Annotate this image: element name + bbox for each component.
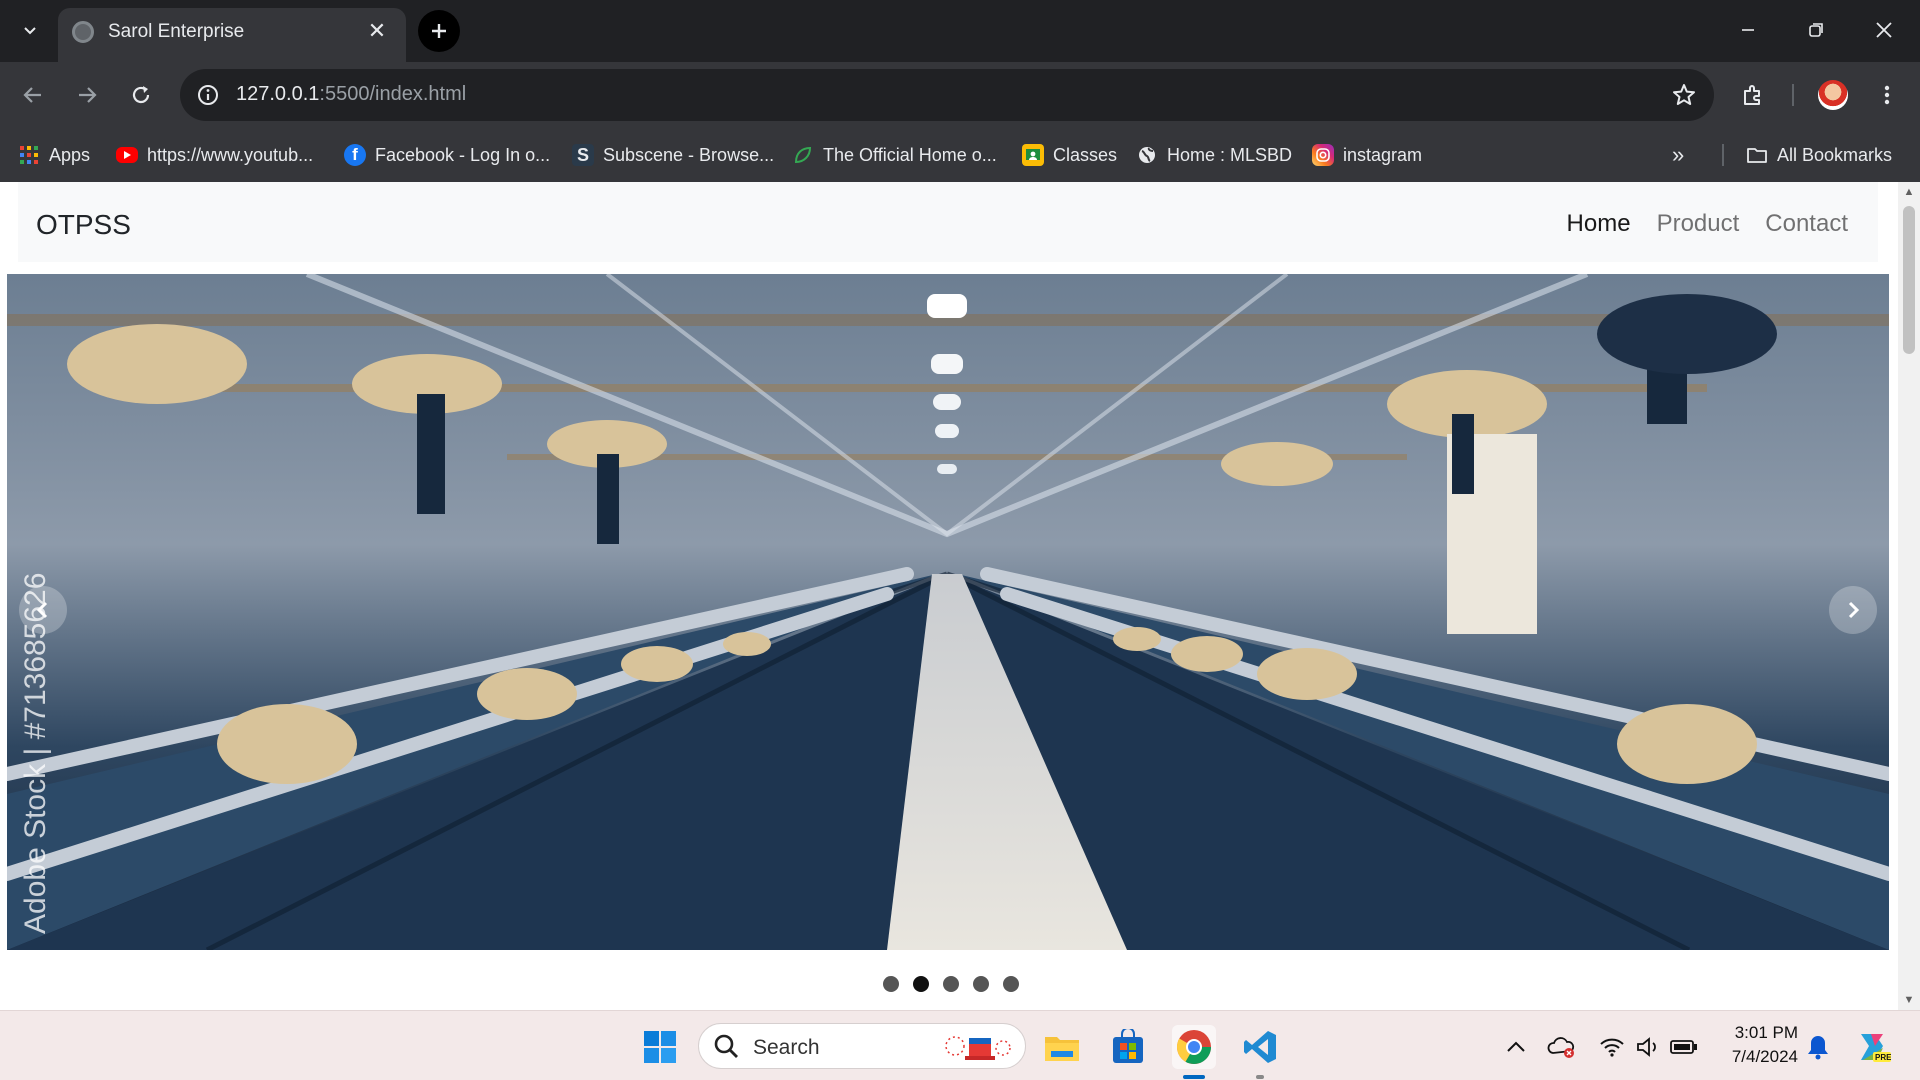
adobe-stock-watermark: Adobe Stock | #713685626 [19, 572, 52, 934]
bookmark-label: Home : MLSBD [1167, 144, 1293, 165]
youtube-icon [116, 147, 138, 163]
notification-bell-icon[interactable] [1796, 1025, 1840, 1069]
bookmark-youtube[interactable]: https://www.youtub... [116, 140, 313, 170]
classroom-icon [1022, 144, 1044, 166]
new-tab-button[interactable] [418, 10, 460, 52]
bookmark-star-icon[interactable] [1668, 79, 1700, 111]
carousel-indicator-dot[interactable] [973, 976, 989, 992]
bookmark-label: Subscene - Browse... [603, 144, 775, 165]
subscene-icon: S [572, 144, 594, 166]
chrome-running-indicator [1183, 1075, 1205, 1079]
taskbar-search-box[interactable]: Search [698, 1023, 1026, 1069]
all-bookmarks-button[interactable]: All Bookmarks [1746, 140, 1892, 170]
copilot-icon[interactable]: PRE [1850, 1025, 1894, 1069]
bookmark-instagram[interactable]: instagram [1312, 140, 1422, 170]
site-navbar: OTPSS Home Product Contact [18, 182, 1878, 262]
bookmark-classes[interactable]: Classes [1022, 140, 1117, 170]
windows-start-icon[interactable] [638, 1025, 682, 1069]
scroll-down-arrow-icon[interactable]: ▼ [1903, 994, 1915, 1006]
bookmarks-overflow-chevron-icon[interactable]: » [1672, 142, 1684, 168]
search-icon [713, 1033, 739, 1064]
reload-icon[interactable] [120, 74, 162, 116]
folder-icon [1746, 144, 1768, 166]
search-highlight-hat-icon [943, 1030, 1013, 1069]
carousel-prev-button[interactable] [19, 586, 67, 634]
extensions-puzzle-icon[interactable] [1732, 74, 1774, 116]
nav-home-link[interactable]: Home [1567, 210, 1631, 238]
chevron-left-icon [36, 601, 48, 619]
globe-favicon-icon [72, 21, 94, 43]
globe-icon [1136, 144, 1158, 166]
textile-factory-slide-image [7, 274, 1889, 950]
apps-grid-icon [18, 144, 40, 166]
tab-strip: Sarol Enterprise ✕ [0, 0, 1920, 62]
bookmark-label: Apps [49, 144, 91, 165]
bookmark-subscene[interactable]: S Subscene - Browse... [572, 140, 774, 170]
clock-date: 7/4/2024 [1731, 1047, 1798, 1066]
tab-search-chevron-icon[interactable] [14, 14, 46, 46]
bookmark-label: Classes [1053, 144, 1118, 165]
chevron-right-icon [1848, 601, 1860, 619]
carousel-indicator-dot[interactable] [883, 976, 899, 992]
forward-arrow-icon[interactable] [66, 74, 108, 116]
bookmark-official-home[interactable]: The Official Home o... [792, 140, 997, 170]
clock-time: 3:01 PM [1734, 1023, 1798, 1042]
instagram-icon [1312, 144, 1334, 166]
url-path: :5500/index.html [319, 83, 467, 105]
bookmark-label: https://www.youtub... [147, 144, 314, 165]
browser-toolbar: 127.0.0.1:5500/index.html [0, 62, 1920, 128]
bookmark-label: Facebook - Log In o... [375, 144, 551, 165]
carousel-indicator-dot[interactable] [1003, 976, 1019, 992]
url-host: 127.0.0.1 [236, 83, 320, 105]
clock[interactable]: 3:01 PM 7/4/2024 [1718, 1021, 1798, 1069]
chrome-menu-kebab-icon[interactable] [1866, 74, 1908, 116]
hero-carousel: Adobe Stock | #713685626 [7, 274, 1889, 950]
tab-close-icon[interactable]: ✕ [364, 18, 390, 44]
carousel-indicator-dot[interactable] [943, 976, 959, 992]
address-bar[interactable]: 127.0.0.1:5500/index.html [180, 69, 1714, 121]
close-window-button[interactable] [1856, 8, 1912, 52]
minimize-button[interactable] [1720, 8, 1776, 52]
tab-title: Sarol Enterprise [108, 21, 245, 42]
toolbar-divider [1792, 84, 1794, 106]
svg-text:PRE: PRE [1875, 1053, 1891, 1062]
carousel-indicators [0, 976, 1882, 992]
leaf-icon [792, 144, 814, 166]
carousel-next-button[interactable] [1829, 586, 1877, 634]
facebook-icon: f [344, 144, 366, 166]
active-tab[interactable]: Sarol Enterprise ✕ [58, 8, 406, 62]
restore-button[interactable] [1788, 8, 1844, 52]
nav-product-link[interactable]: Product [1657, 210, 1740, 238]
carousel-indicator-dot[interactable] [913, 976, 929, 992]
bookmark-mlsbd[interactable]: Home : MLSBD [1136, 140, 1292, 170]
microsoft-store-icon[interactable] [1106, 1025, 1150, 1069]
profile-avatar[interactable] [1818, 80, 1848, 110]
search-placeholder: Search [753, 1036, 820, 1059]
bookmarks-bar: Apps https://www.youtub... f Facebook - … [0, 128, 1920, 182]
back-arrow-icon[interactable] [12, 74, 54, 116]
file-explorer-icon[interactable] [1040, 1025, 1084, 1069]
chrome-taskbar-icon[interactable] [1172, 1025, 1216, 1069]
vscode-icon[interactable] [1238, 1025, 1282, 1069]
vscode-running-indicator [1256, 1075, 1264, 1079]
battery-icon[interactable] [1662, 1025, 1706, 1069]
onedrive-error-icon[interactable] [1540, 1025, 1584, 1069]
bookmarks-divider [1722, 144, 1724, 166]
all-bookmarks-label: All Bookmarks [1777, 144, 1893, 165]
site-brand[interactable]: OTPSS [36, 209, 131, 241]
bookmark-label: instagram [1343, 144, 1423, 165]
page-scrollbar[interactable]: ▲ ▼ [1898, 182, 1920, 1010]
scrollbar-thumb[interactable] [1903, 206, 1915, 354]
bookmark-apps[interactable]: Apps [18, 140, 90, 170]
bookmark-label: The Official Home o... [823, 144, 997, 165]
page-viewport: OTPSS Home Product Contact Adobe Stock |… [0, 182, 1920, 1010]
nav-contact-link[interactable]: Contact [1765, 210, 1848, 238]
tray-overflow-chevron-icon[interactable] [1494, 1025, 1538, 1069]
scroll-up-arrow-icon[interactable]: ▲ [1903, 186, 1915, 198]
windows-taskbar: Search 3:01 PM 7/4/2024 PRE [0, 1010, 1920, 1080]
nav-links: Home Product Contact [1567, 210, 1848, 238]
bookmark-facebook[interactable]: f Facebook - Log In o... [344, 140, 550, 170]
url-text[interactable]: 127.0.0.1:5500/index.html [236, 83, 466, 106]
site-info-icon[interactable] [192, 79, 224, 111]
